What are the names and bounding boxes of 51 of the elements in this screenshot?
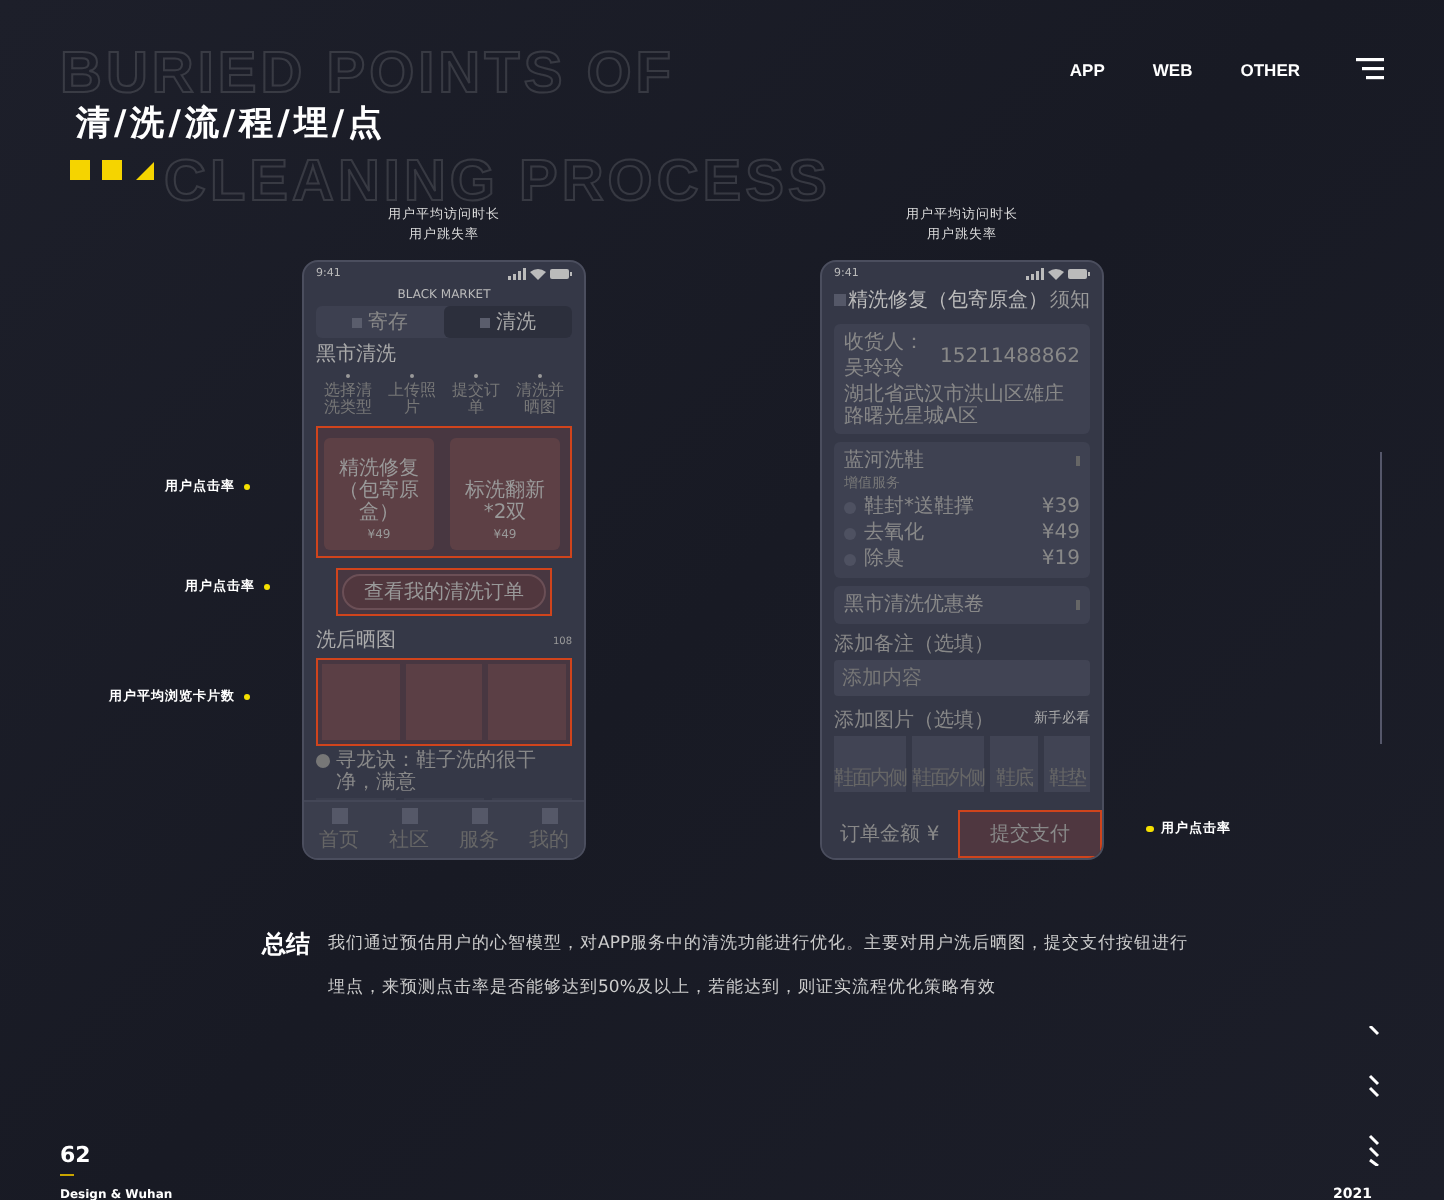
summary-heading: 总结 — [262, 930, 310, 962]
nav-link[interactable]: OTHER — [1240, 59, 1300, 79]
field-label: 添加备注（选填） — [834, 632, 996, 660]
option-price: ¥39 — [1041, 494, 1080, 520]
address-text: 湖北省武汉市洪山区雄庄路曙光星城A区 — [844, 384, 1066, 428]
slash-marks-icon — [1368, 1026, 1384, 1166]
notice-link[interactable]: 须知 — [1050, 286, 1090, 314]
recipient-name: 收货人：吴玲玲 — [844, 330, 926, 382]
wifi-icon — [1048, 267, 1064, 279]
option-name: 去氧化 — [864, 520, 926, 546]
signal-icon — [508, 267, 526, 279]
option-name: 鞋封*送鞋撑 — [864, 494, 976, 520]
phone-number: 15211488862 — [940, 343, 1080, 369]
tab[interactable]: 清洗 — [444, 306, 572, 338]
marker-dot-icon — [263, 583, 270, 591]
menu-icon[interactable] — [1356, 58, 1384, 80]
step-label: 上传照片 — [388, 382, 436, 418]
step-label: 提交订单 — [452, 382, 500, 418]
page-number: 62 — [60, 1141, 93, 1167]
field-label: 添加图片（选填） — [834, 708, 994, 736]
section-title: 洗后晒图 — [316, 627, 396, 656]
nav-link[interactable]: WEB — [1152, 59, 1193, 79]
option-price: ¥19 — [1041, 546, 1080, 572]
marker-dot-icon — [243, 483, 250, 491]
signal-icon — [1026, 267, 1044, 279]
battery-icon — [1068, 267, 1090, 279]
tab[interactable]: 寄存 — [316, 306, 444, 338]
coupon-label: 黑市清洗优惠卷 — [844, 592, 984, 618]
page-title: 清/洗/流/程/埋/点 — [76, 102, 387, 148]
review-text: 寻龙诀：鞋子洗的很干净，满意 — [336, 750, 538, 794]
coupon-row[interactable]: 黑市清洗优惠卷 — [834, 586, 1090, 624]
nav-link[interactable]: APP — [1069, 59, 1105, 79]
shop-name: 蓝河洗鞋 — [844, 448, 924, 474]
service-name: 标洗翻新*2双 — [463, 480, 547, 524]
service-name: 精洗修复（包寄原盒） — [337, 458, 421, 524]
option-name: 除臭 — [864, 546, 906, 572]
marker-dot-icon — [243, 693, 250, 701]
wifi-icon — [530, 267, 546, 279]
summary-text: 我们通过预估用户的心智模型，对APP服务中的清洗功能进行优化。主要对用户洗后晒图，提交支付按钮进行埋点，来预测点击率是否能够达到50%及以上，若能达到，则证实流程优化策略有效 — [328, 931, 1191, 1002]
step-label: 选择清洗类型 — [324, 382, 372, 418]
submit-button[interactable]: 提交支付 — [958, 810, 1102, 858]
order-total: 订单金额 ¥ — [838, 821, 942, 848]
option-price: ¥49 — [1041, 520, 1080, 546]
section-title: 黑市清洗 — [316, 341, 398, 370]
image-placeholder — [488, 664, 567, 740]
battery-icon — [550, 267, 572, 279]
marker-dot-icon — [1146, 825, 1153, 833]
avatar-icon — [316, 754, 330, 768]
orders-button[interactable]: 查看我的清洗订单 — [342, 574, 546, 610]
step-label: 清洗并晒图 — [516, 382, 564, 418]
screen-title: 精洗修复（包寄原盒） — [848, 287, 1048, 314]
